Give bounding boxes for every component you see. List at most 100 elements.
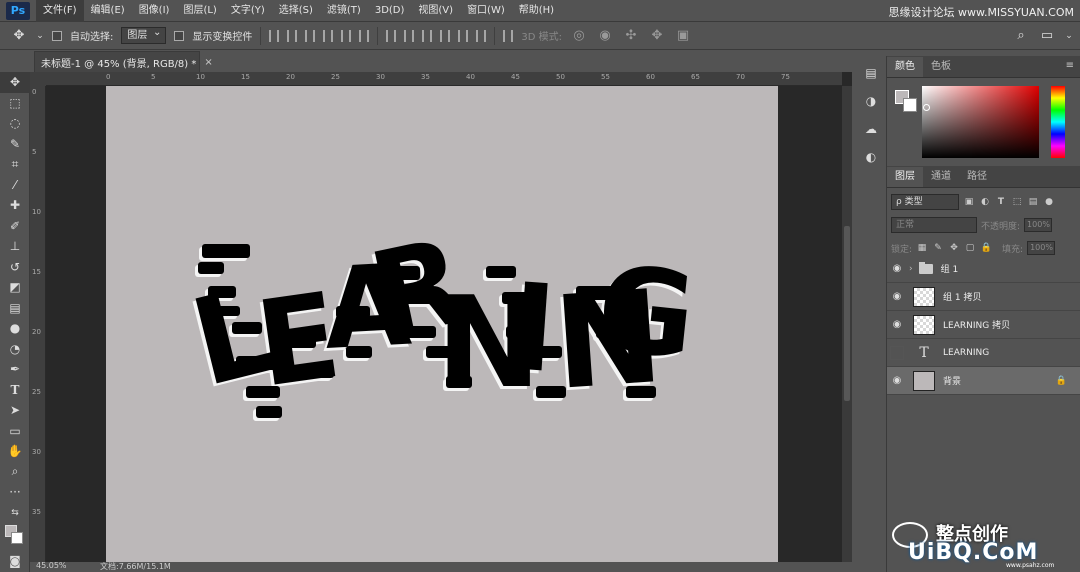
layer-row[interactable]: T LEARNING	[887, 339, 1080, 367]
blur-tool-icon[interactable]: ●	[0, 318, 30, 339]
menu-item[interactable]: 帮助(H)	[512, 0, 561, 22]
menu-item[interactable]: 图像(I)	[132, 0, 177, 22]
menu-item[interactable]: 文件(F)	[36, 0, 84, 22]
3d-scale-icon[interactable]: ▣	[674, 27, 692, 45]
eye-icon[interactable]: ◉	[887, 291, 907, 302]
history-brush-tool-icon[interactable]: ↺	[0, 257, 30, 278]
quick-mask-icon[interactable]: ◙	[0, 551, 30, 572]
vertical-scrollbar[interactable]	[842, 86, 852, 562]
layer-row[interactable]: ◉ 背景 🔒	[887, 367, 1080, 395]
filter-smart-icon[interactable]: ▤	[1027, 196, 1039, 208]
lock-position-icon[interactable]: ✥	[948, 242, 960, 254]
eye-icon[interactable]: ◉	[887, 263, 907, 274]
history-panel-icon[interactable]: ▤	[859, 62, 883, 84]
filter-pixel-icon[interactable]: ▣	[963, 196, 975, 208]
workspace-icon[interactable]: ▭	[1038, 27, 1056, 45]
eye-icon[interactable]	[887, 345, 907, 360]
layer-thumbnail[interactable]	[913, 314, 935, 335]
swap-colors-icon[interactable]: ⇆	[0, 503, 30, 524]
properties-panel-icon[interactable]: ◑	[859, 90, 883, 112]
menu-item[interactable]: 窗口(W)	[460, 0, 512, 22]
panel-menu-icon[interactable]: ≡	[1066, 60, 1074, 71]
ruler-horizontal[interactable]: 0 5 10 15 20 25 30 35 40 45 50 55 60 65 70 75	[46, 72, 842, 86]
color-swatches-icon[interactable]	[0, 523, 30, 551]
menu-item[interactable]: 选择(S)	[272, 0, 320, 22]
lock-transparent-icon[interactable]: ▦	[916, 242, 928, 254]
crop-tool-icon[interactable]: ⌗	[0, 154, 30, 175]
eye-icon[interactable]: ◉	[887, 319, 907, 330]
auto-select-checkbox[interactable]	[52, 30, 62, 41]
type-layer-icon[interactable]: T	[913, 343, 935, 363]
menu-item[interactable]: 编辑(E)	[84, 0, 132, 22]
color-picker-cursor[interactable]	[923, 104, 930, 111]
lock-all-icon[interactable]: 🔒	[980, 242, 992, 254]
chevron-right-icon[interactable]: ›	[909, 264, 913, 274]
layer-row[interactable]: ◉ › 组 1	[887, 255, 1080, 283]
menu-item[interactable]: 图层(L)	[176, 0, 223, 22]
gradient-tool-icon[interactable]: ▤	[0, 298, 30, 319]
menu-item[interactable]: 滤镜(T)	[320, 0, 368, 22]
layer-row[interactable]: ◉ LEARNING 拷贝	[887, 311, 1080, 339]
document-size[interactable]: 文档:7.66M/15.1M	[100, 561, 171, 572]
lasso-tool-icon[interactable]: ◌	[0, 113, 30, 134]
align-bottom-icon[interactable]	[305, 29, 316, 42]
tab-layers[interactable]: 图层	[887, 167, 923, 187]
layer-name[interactable]: LEARNING	[943, 348, 989, 358]
3d-pan-icon[interactable]: ✣	[622, 27, 640, 45]
layer-name[interactable]: 组 1	[941, 262, 959, 275]
adjustments-panel-icon[interactable]: ◐	[859, 146, 883, 168]
lock-artboard-icon[interactable]: ▢	[964, 242, 976, 254]
rectangle-tool-icon[interactable]: ▭	[0, 421, 30, 442]
distribute-hcenter-icon[interactable]	[458, 29, 469, 42]
background-swatch[interactable]	[903, 98, 917, 112]
eyedropper-tool-icon[interactable]: ⁄	[0, 175, 30, 196]
auto-align-icon[interactable]	[503, 29, 514, 42]
eye-icon[interactable]: ◉	[887, 375, 907, 386]
align-hcenter-icon[interactable]	[341, 29, 352, 42]
filter-shape-icon[interactable]: ⬚	[1011, 196, 1023, 208]
move-tool-icon[interactable]: ✥	[0, 72, 30, 93]
layer-thumbnail[interactable]	[913, 370, 935, 391]
distribute-right-icon[interactable]	[476, 29, 487, 42]
layer-name[interactable]: 组 1 拷贝	[943, 290, 981, 303]
align-left-icon[interactable]	[323, 29, 334, 42]
menu-item[interactable]: 3D(D)	[368, 0, 412, 22]
menu-item[interactable]: 视图(V)	[411, 0, 460, 22]
align-right-icon[interactable]	[359, 29, 370, 42]
3d-slide-icon[interactable]: ✥	[648, 27, 666, 45]
fill-input[interactable]: 100%	[1027, 241, 1056, 255]
type-tool-icon[interactable]: T	[0, 380, 30, 401]
ruler-corner[interactable]	[30, 72, 46, 86]
dodge-tool-icon[interactable]: ◔	[0, 339, 30, 360]
align-top-icon[interactable]	[269, 29, 280, 42]
more-tools-icon[interactable]: ···	[0, 482, 30, 503]
document-canvas[interactable]: LEARNING LEARNING	[106, 86, 778, 562]
eraser-tool-icon[interactable]: ◩	[0, 277, 30, 298]
document-tab[interactable]: 未标题-1 @ 45% (背景, RGB/8) * ×	[34, 51, 213, 72]
tab-swatches[interactable]: 色板	[923, 57, 959, 77]
align-vcenter-icon[interactable]	[287, 29, 298, 42]
menu-item[interactable]: 文字(Y)	[224, 0, 272, 22]
path-select-tool-icon[interactable]: ➤	[0, 400, 30, 421]
scrollbar-thumb[interactable]	[844, 226, 850, 401]
3d-orbit-icon[interactable]: ◎	[570, 27, 588, 45]
search-icon[interactable]: ⌕	[1012, 27, 1030, 45]
show-transform-checkbox[interactable]	[174, 30, 185, 41]
close-icon[interactable]: ×	[204, 57, 212, 68]
pen-tool-icon[interactable]: ✒	[0, 359, 30, 380]
zoom-tool-icon[interactable]: ⌕	[0, 462, 30, 483]
libraries-panel-icon[interactable]: ☁	[859, 118, 883, 140]
distribute-vcenter-icon[interactable]	[404, 29, 415, 42]
ruler-vertical[interactable]: 0 5 10 15 20 25 30 35	[30, 86, 46, 562]
filter-toggle-icon[interactable]: ●	[1043, 196, 1055, 208]
color-field[interactable]	[922, 86, 1039, 158]
tab-channels[interactable]: 通道	[923, 167, 959, 187]
layer-name[interactable]: 背景	[943, 374, 961, 387]
clone-stamp-tool-icon[interactable]: ⊥	[0, 236, 30, 257]
chevron-down-icon[interactable]: ⌄	[1064, 27, 1074, 45]
layer-filter-dropdown[interactable]: ρ 类型	[891, 194, 959, 210]
distribute-left-icon[interactable]	[440, 29, 451, 42]
filter-type-icon[interactable]: T	[995, 196, 1007, 208]
blend-mode-dropdown[interactable]: 正常	[891, 217, 977, 233]
opacity-input[interactable]: 100%	[1024, 218, 1053, 232]
